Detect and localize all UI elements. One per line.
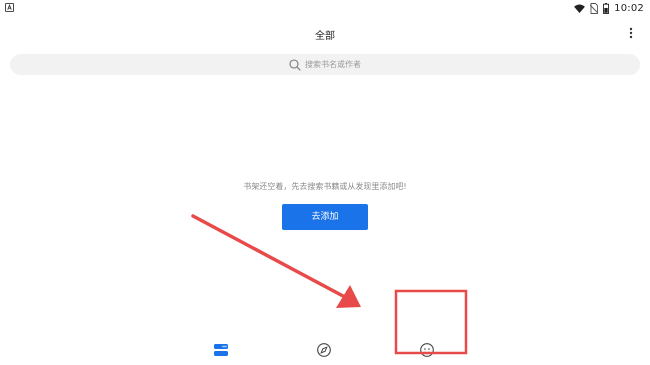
more-vertical-icon[interactable] — [624, 26, 638, 40]
wifi-icon — [574, 3, 586, 13]
no-sim-icon — [590, 2, 599, 14]
status-icons: 10:02 — [574, 1, 644, 15]
smiley-icon[interactable] — [419, 342, 435, 358]
search-placeholder: 搜索书名或作者 — [305, 60, 361, 69]
status-time: 10:02 — [614, 2, 644, 14]
status-bar: 10:02 — [0, 0, 650, 16]
annotation-arrowhead — [336, 285, 361, 308]
add-book-button[interactable]: 去添加 — [282, 204, 368, 230]
search-input[interactable]: 搜索书名或作者 — [10, 54, 640, 75]
battery-icon — [603, 2, 610, 14]
compass-icon[interactable] — [316, 342, 332, 358]
app-notification-icon — [5, 3, 14, 12]
page-title: 全部 — [315, 31, 335, 42]
empty-state-message: 书架还空着，先去搜索书籍或从发现里添加吧! — [243, 182, 407, 191]
bookshelf-icon[interactable] — [213, 342, 229, 358]
search-icon — [289, 58, 301, 71]
